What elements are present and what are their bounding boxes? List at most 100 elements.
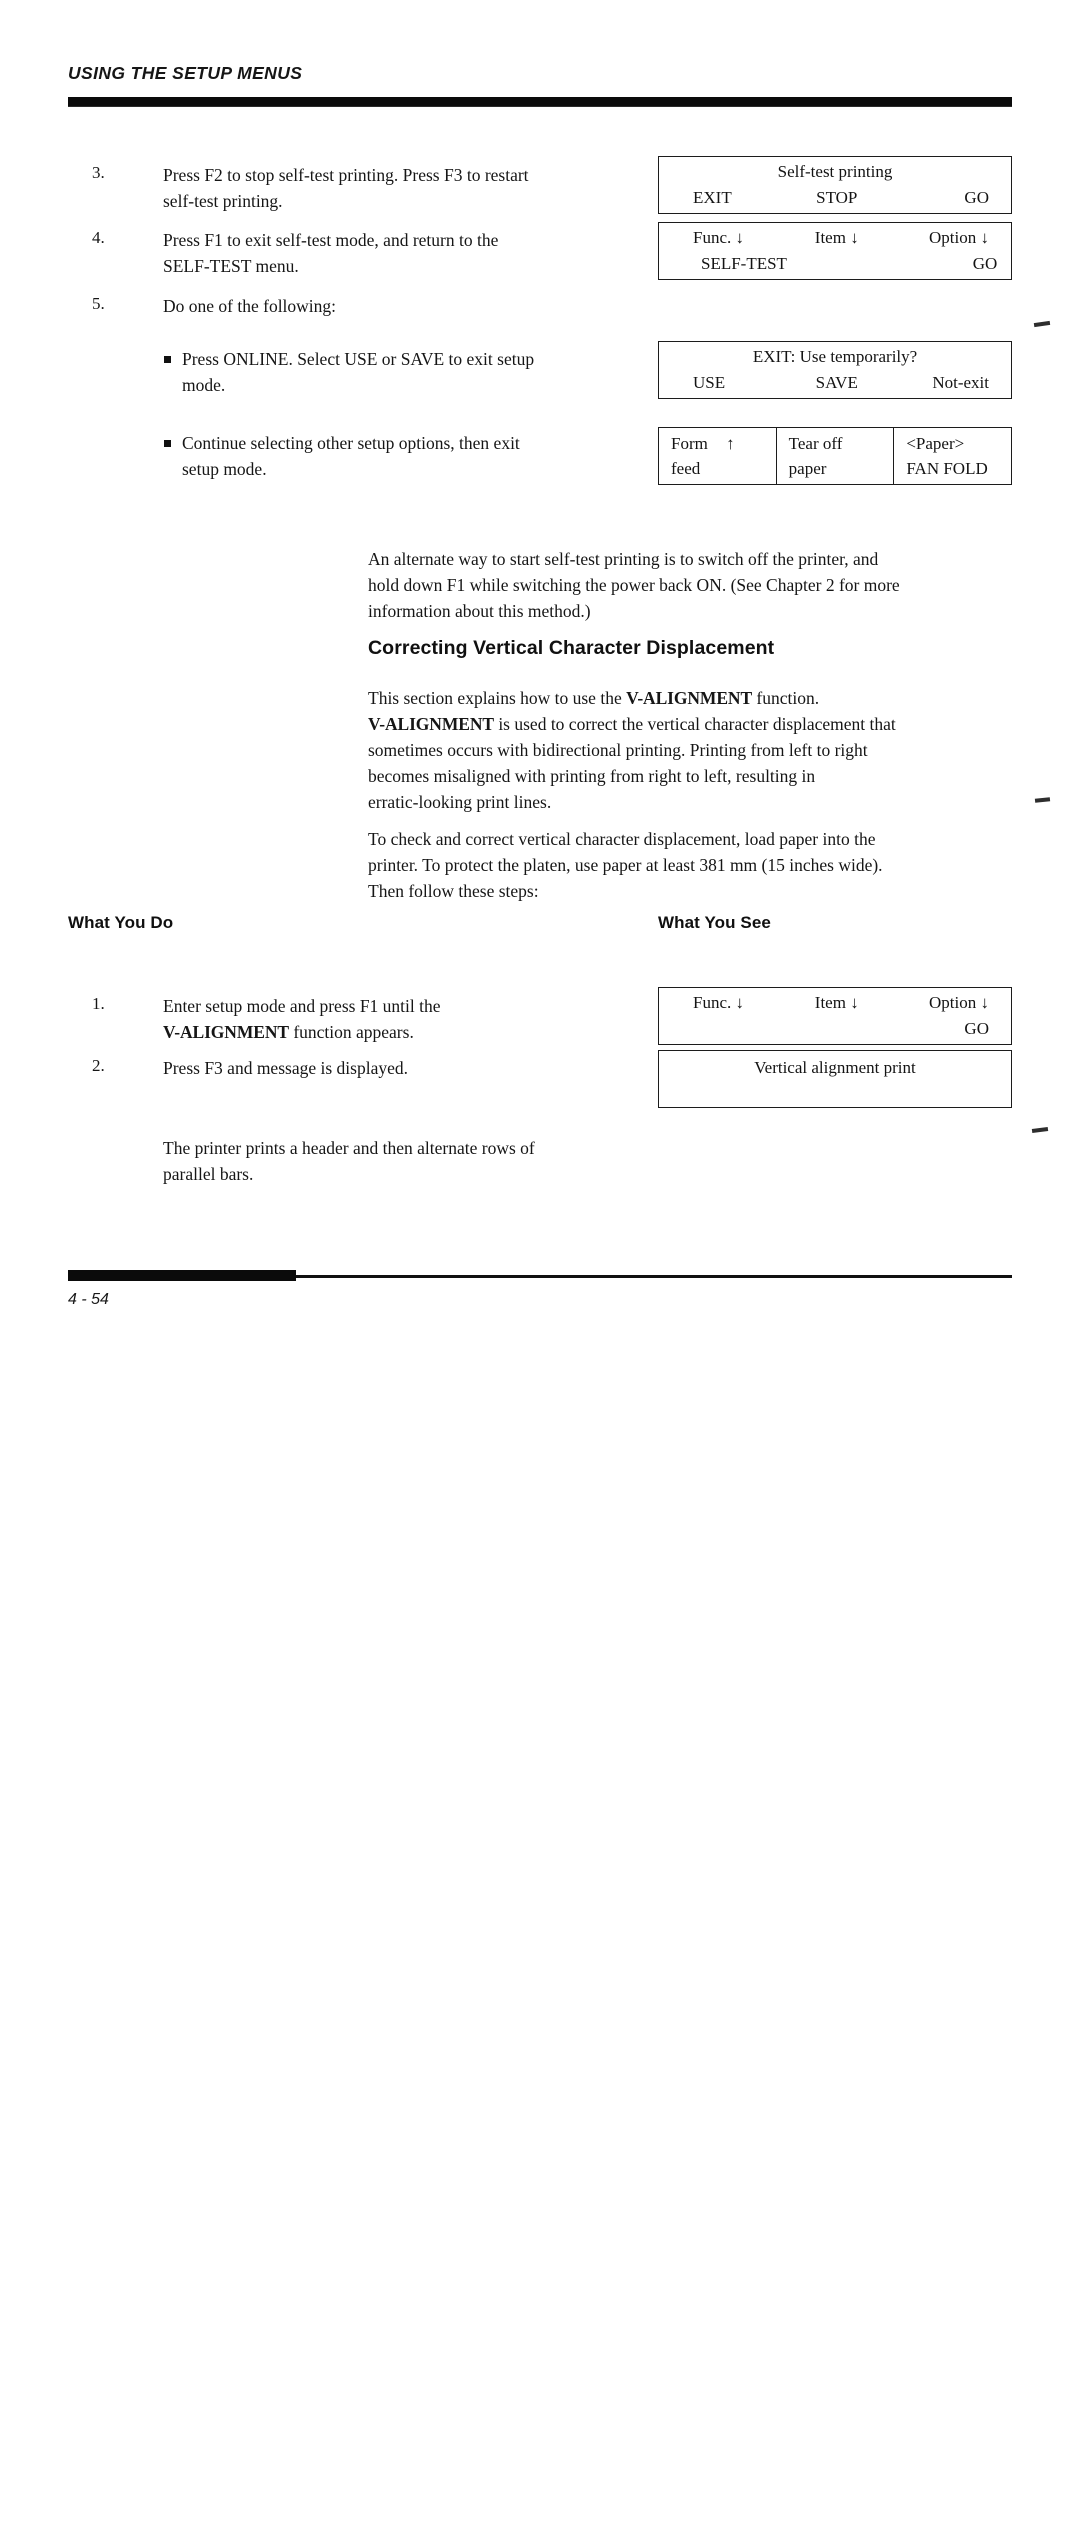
bottom-step-1-text: Enter setup mode and press F1 until the … [163,994,633,1045]
softkey-stop: STOP [816,188,858,207]
bullet-2-line-1: Continue selecting other setup options, … [182,433,520,453]
lcd-menu-values: SELF-TEST GO [659,251,1011,277]
term-v-alignment: V-ALIGNMENT [163,1021,289,1042]
menu-value-function: SELF-TEST [701,254,787,273]
menu-header-item: Item ↓ [814,228,859,247]
header-rule [68,97,1012,106]
lcd-title: Self-test printing [777,162,893,181]
note-line-2: hold down F1 while switching the power b… [368,575,900,595]
bottom-step-2-number: 2. [92,1056,105,1075]
manual-page: USING THE SETUP MENUS 3. Press F2 to sto… [0,0,1080,1308]
scan-artifact [1034,797,1051,803]
column-heading-what-you-do: What You Do [68,913,174,932]
bullet-2-text: Continue selecting other setup options, … [182,431,637,482]
note-line-3: information about this method.) [368,601,591,621]
bottom-step-2-line-1: Press F3 and message is displayed. [163,1058,408,1078]
lcd-cell-form-feed: Form ↑ feed [659,428,776,484]
lcd-menu-values: GO [659,1016,1011,1042]
softkey-go: GO [964,188,989,207]
header-rule-hairline [68,106,1012,107]
lcd-vertical-alignment-print: Vertical alignment print [658,1050,1012,1108]
cell-label-1: <Paper> [906,434,965,453]
bullet-1-line-1: Press ONLINE. Select USE or SAVE to exit… [182,349,535,369]
bottom-step-2-text: Press F3 and message is displayed. [163,1056,633,1082]
menu-value-item [779,1016,895,1042]
lcd-self-test-menu: Func. ↓ Item ↓ Option ↓ SELF-TEST GO [658,222,1012,280]
cell-label-1: Tear off [788,434,843,453]
cell-label-2: paper [788,459,827,478]
cell-label-1: Form [671,434,708,453]
bullet-square-icon [164,356,171,363]
term-v-alignment: V-ALIGNMENT [626,688,753,708]
para2-line-1: To check and correct vertical character … [368,829,876,849]
bullet-square-icon [164,440,171,447]
softkey-exit: EXIT [693,188,732,207]
step-5-text: Do one of the following: [163,294,633,320]
para1-line-5: erratic-looking print lines. [368,792,552,812]
closing-line-1: The printer prints a header and then alt… [163,1138,535,1158]
down-arrow-icon: ↓ [850,993,859,1012]
lcd-cell-paper-fan-fold: <Paper> FAN FOLD [893,428,1011,484]
step-3-line-2: self-test printing. [163,190,283,211]
lcd-menu-header: Func. ↓ Item ↓ Option ↓ [659,225,1011,251]
bullet-1-text: Press ONLINE. Select USE or SAVE to exit… [182,347,637,398]
term-v-alignment: V-ALIGNMENT [368,714,494,734]
step-4-number: 4. [92,228,105,247]
menu-value-function [659,1016,779,1042]
v-alignment-paragraph: This section explains how to use the V-A… [368,685,1040,815]
lcd-v-alignment-menu: Func. ↓ Item ↓ Option ↓ GO [658,987,1012,1045]
note-line-1: An alternate way to start self-test prin… [368,549,879,569]
footer-rule-thin [296,1275,1012,1278]
menu-value-go: GO [964,1019,989,1038]
step-4-line-1: Press F1 to exit self-test mode, and ret… [163,230,499,250]
step-4-line-2: SELF-TEST menu. [163,255,299,276]
scan-artifact [1031,1127,1049,1133]
menu-header-item: Item ↓ [814,993,859,1012]
lcd-paper-controls: Form ↑ feed Tear off paper <Paper> FAN F… [658,427,1012,485]
closing-paragraph: The printer prints a header and then alt… [163,1135,663,1187]
down-arrow-icon: ↓ [980,993,989,1012]
lcd-cell-row: Form ↑ feed Tear off paper <Paper> FAN F… [659,428,1011,484]
bottom-step-1-number: 1. [92,994,105,1013]
lcd-title: Vertical alignment print [754,1058,916,1077]
softkey-not-exit: Not-exit [932,373,989,392]
menu-header-func: Func. ↓ [693,993,745,1012]
lcd-softkeys: USE SAVE Not-exit [659,370,1011,396]
step-4-text: Press F1 to exit self-test mode, and ret… [163,228,633,279]
lcd-exit-use-temporarily: EXIT: Use temporarily? USE SAVE Not-exit [658,341,1012,399]
para1-line-4: becomes misaligned with printing from ri… [368,766,816,786]
menu-header-func: Func. ↓ [693,228,744,247]
step-3-line-1: Press F2 to stop self-test printing. Pre… [163,165,529,185]
para1-line-1: This section explains how to use the V-A… [368,688,820,708]
bottom-step-1-line-1: Enter setup mode and press F1 until the [163,996,441,1016]
para2-line-3: Then follow these steps: [368,881,539,901]
step-5-number: 5. [92,294,105,313]
down-arrow-icon: ↓ [980,228,989,247]
column-heading-what-you-see: What You See [658,913,771,932]
scan-artifact [1033,320,1051,328]
cell-label-2: FAN FOLD [906,459,988,478]
lcd-title: EXIT: Use temporarily? [752,347,918,366]
down-arrow-icon: ↓ [850,228,859,247]
para1-line-2: V-ALIGNMENT is used to correct the verti… [368,714,896,734]
softkey-save: SAVE [815,373,858,392]
lcd-softkeys: EXIT STOP GO [659,185,1011,211]
para2-line-2: printer. To protect the platen, use pape… [368,855,883,875]
running-head: USING THE SETUP MENUS [68,63,303,83]
menu-value-item [787,251,903,277]
bullet-1-line-2: mode. [182,374,226,395]
closing-line-2: parallel bars. [163,1164,254,1184]
step-3-number: 3. [92,163,105,182]
menu-header-option: Option ↓ [929,993,989,1012]
down-arrow-icon: ↓ [735,993,745,1012]
alternate-method-paragraph: An alternate way to start self-test prin… [368,546,1028,624]
lcd-menu-header: Func. ↓ Item ↓ Option ↓ [659,990,1011,1016]
softkey-use: USE [693,373,726,392]
step-3-text: Press F2 to stop self-test printing. Pre… [163,163,633,214]
up-arrow-icon: ↑ [726,434,735,453]
footer-rule-thick [68,1270,296,1281]
load-paper-paragraph: To check and correct vertical character … [368,826,1040,904]
para1-line-3: sometimes occurs with bidirectional prin… [368,740,868,760]
bullet-2-line-2: setup mode. [182,458,267,479]
section-heading: Correcting Vertical Character Displaceme… [368,637,775,659]
